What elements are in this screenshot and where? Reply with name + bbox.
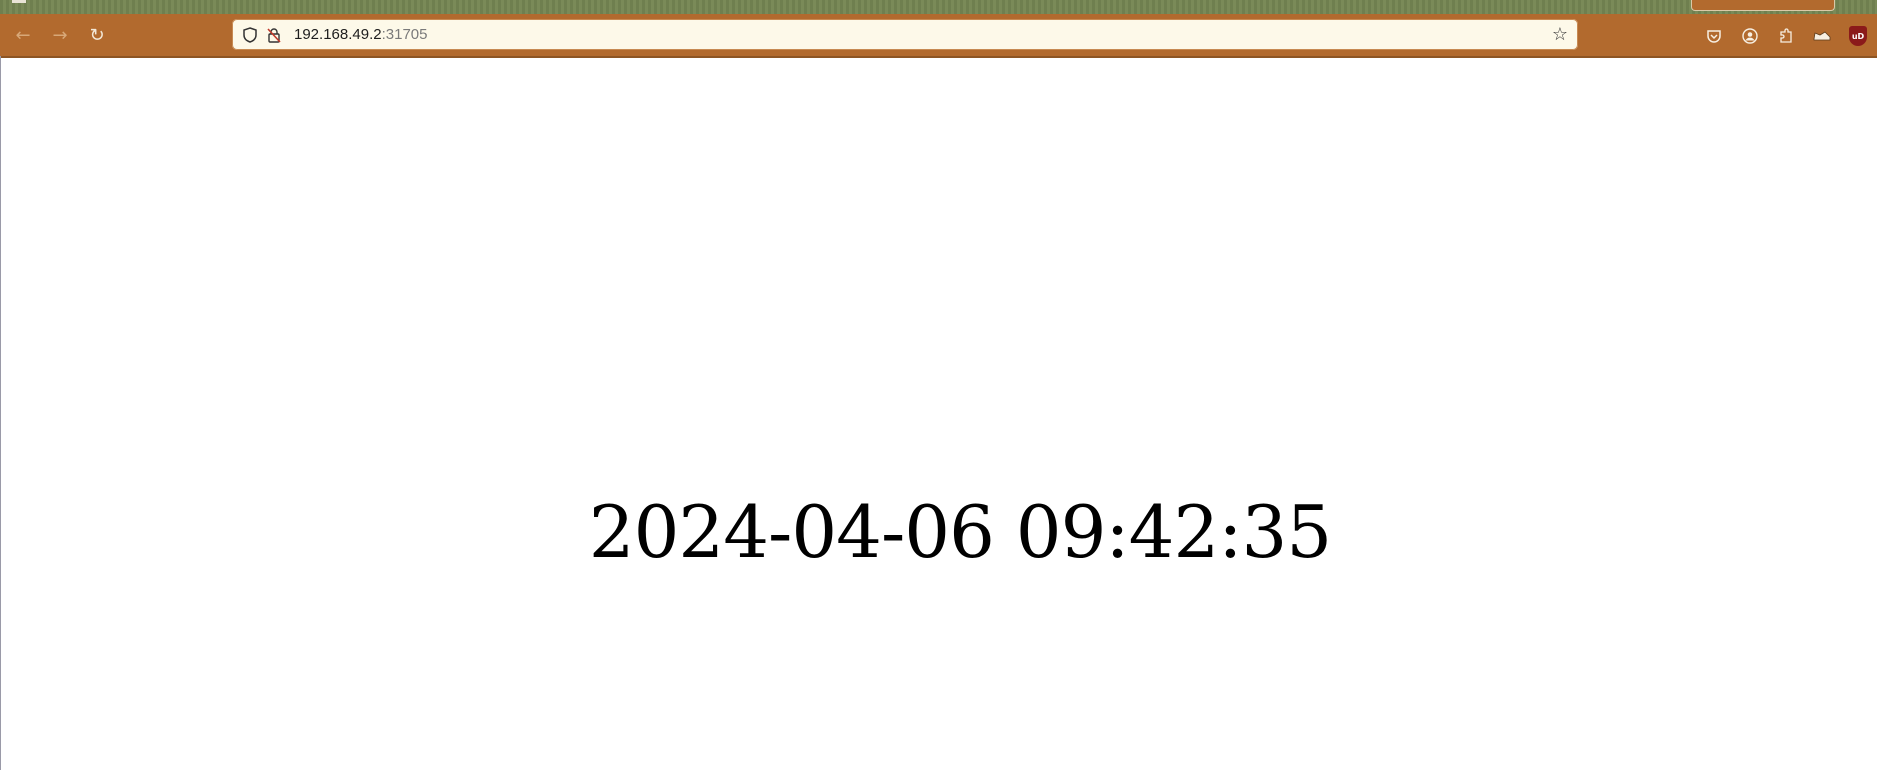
back-button[interactable]: ← bbox=[10, 23, 36, 49]
tab-list-icon[interactable] bbox=[12, 0, 26, 3]
bookmark-star-icon[interactable]: ☆ bbox=[1550, 24, 1570, 45]
extensions-icon[interactable] bbox=[1773, 23, 1799, 49]
url-text[interactable]: 192.168.49.2:31705 bbox=[294, 26, 427, 43]
url-host: 192.168.49.2 bbox=[294, 26, 382, 43]
shield-icon[interactable] bbox=[240, 25, 260, 45]
account-icon[interactable] bbox=[1737, 23, 1763, 49]
insecure-lock-icon[interactable] bbox=[264, 25, 284, 45]
page-content: 2024-04-06 09:42:35 bbox=[0, 56, 1877, 770]
toolbar-icons: uD bbox=[1701, 23, 1871, 49]
tab-overflow-button[interactable] bbox=[1691, 0, 1835, 11]
url-bar[interactable]: 192.168.49.2:31705 ☆ bbox=[232, 19, 1578, 50]
navigation-toolbar: ← → ↻ 192.168.49.2:31705 ☆ uD bbox=[0, 14, 1877, 58]
pocket-icon[interactable] bbox=[1701, 23, 1727, 49]
datetime-display: 2024-04-06 09:42:35 bbox=[588, 490, 1332, 574]
reload-icon: ↻ bbox=[89, 25, 105, 46]
forward-button[interactable]: → bbox=[47, 23, 73, 49]
url-port: :31705 bbox=[381, 26, 428, 43]
tab-strip bbox=[0, 0, 1877, 14]
arrow-left-icon: ← bbox=[15, 25, 31, 46]
ublock-origin-icon[interactable]: uD bbox=[1845, 23, 1871, 49]
arrow-right-icon: → bbox=[52, 25, 68, 46]
sneaker-extension-icon[interactable] bbox=[1809, 23, 1835, 49]
reload-button[interactable]: ↻ bbox=[84, 23, 110, 49]
